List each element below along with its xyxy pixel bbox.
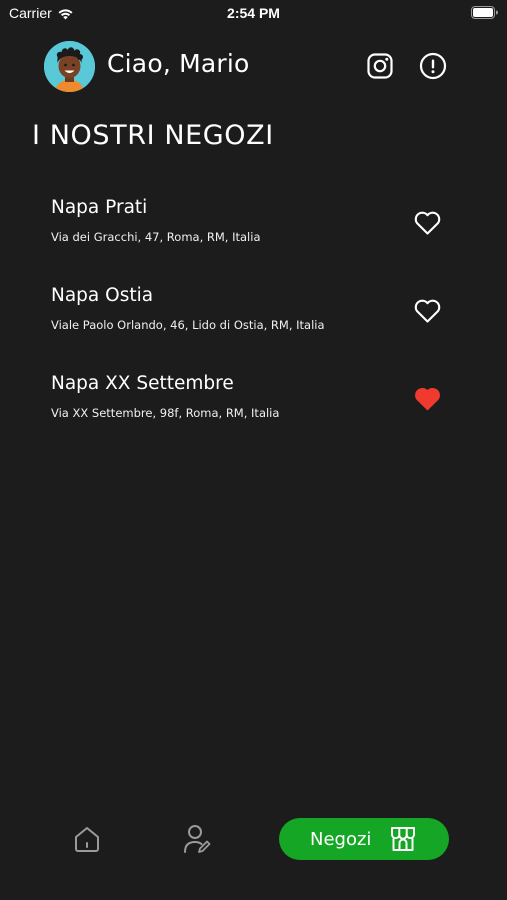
status-bar: Carrier 2:54 PM bbox=[0, 0, 507, 28]
carrier-info: Carrier bbox=[9, 5, 74, 21]
store-address: Via dei Gracchi, 47, Roma, RM, Italia bbox=[51, 230, 261, 244]
battery-icon bbox=[471, 6, 498, 19]
store-item-napa-xx-settembre[interactable]: Napa XX Settembre Via XX Settembre, 98f,… bbox=[0, 366, 507, 454]
heart-outline-icon[interactable] bbox=[413, 209, 442, 236]
tab-negozi[interactable]: Negozi bbox=[279, 818, 449, 860]
store-address: Via XX Settembre, 98f, Roma, RM, Italia bbox=[51, 406, 280, 420]
home-icon[interactable] bbox=[72, 824, 102, 854]
page-title: I NOSTRI NEGOZI bbox=[32, 120, 274, 151]
clock: 2:54 PM bbox=[227, 5, 280, 21]
avatar-illustration-icon bbox=[44, 41, 95, 92]
profile-edit-icon[interactable] bbox=[182, 823, 212, 855]
instagram-icon[interactable] bbox=[366, 52, 394, 80]
greeting-text: Ciao, Mario bbox=[107, 49, 250, 78]
wifi-icon bbox=[58, 8, 73, 19]
heart-outline-icon[interactable] bbox=[413, 297, 442, 324]
avatar[interactable] bbox=[44, 41, 95, 92]
store-name: Napa Prati bbox=[51, 197, 148, 218]
heart-filled-icon[interactable] bbox=[413, 385, 442, 412]
store-item-napa-prati[interactable]: Napa Prati Via dei Gracchi, 47, Roma, RM… bbox=[0, 190, 507, 278]
store-item-napa-ostia[interactable]: Napa Ostia Viale Paolo Orlando, 46, Lido… bbox=[0, 278, 507, 366]
carrier-label: Carrier bbox=[9, 5, 52, 21]
store-address: Viale Paolo Orlando, 46, Lido di Ostia, … bbox=[51, 318, 325, 332]
store-name: Napa Ostia bbox=[51, 285, 154, 306]
store-name: Napa XX Settembre bbox=[51, 373, 234, 394]
app-screen: Carrier 2:54 PM Ciao, Mario I NOSTRI NEG… bbox=[0, 0, 507, 900]
store-icon bbox=[391, 827, 415, 851]
tab-negozi-label: Negozi bbox=[310, 828, 372, 850]
info-icon[interactable] bbox=[419, 52, 447, 80]
store-list: Napa Prati Via dei Gracchi, 47, Roma, RM… bbox=[0, 190, 507, 454]
